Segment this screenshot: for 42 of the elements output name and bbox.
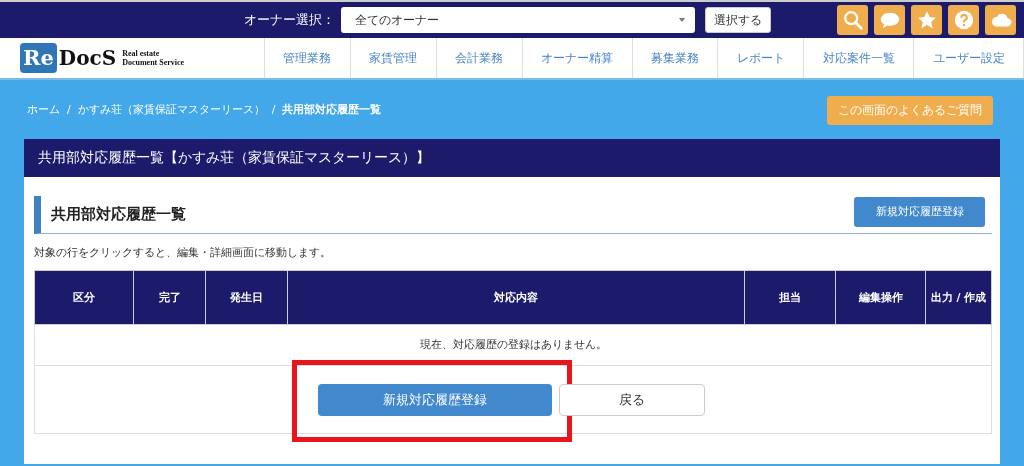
breadcrumb-separator: / (271, 103, 276, 116)
column-header: 完了 (133, 270, 206, 325)
select-button[interactable]: 選択する (705, 7, 771, 33)
column-header: 出力 / 作成 (925, 270, 992, 325)
new-record-button[interactable]: 新規対応履歴登録 (854, 196, 985, 227)
back-button[interactable]: 戻る (559, 383, 705, 416)
owner-label: オーナー選択： (244, 11, 335, 29)
nav-link[interactable]: 対応案件一覧 (804, 38, 915, 78)
search-button[interactable] (837, 5, 868, 35)
column-header: 発生日 (205, 270, 288, 325)
nav-link[interactable]: 会計業務 (436, 38, 523, 78)
column-header: 区分 (34, 270, 134, 325)
owner-select[interactable]: 全てのオーナー (341, 7, 695, 33)
page-location-text: 共用部対応履歴一覧 (282, 102, 382, 117)
section-title: 共用部対応履歴一覧 (51, 205, 186, 224)
nav-link[interactable]: 管理業務 (265, 38, 351, 78)
nav-link[interactable]: レポート (718, 38, 805, 78)
logo-mark: Re (20, 43, 57, 73)
nav-link[interactable]: 家賃管理 (350, 38, 437, 78)
breadcrumb-separator: / (67, 103, 71, 116)
empty-message: 現在、対応履歴の登録はありません。 (34, 324, 992, 366)
nav-link[interactable]: オーナー精算 (522, 38, 633, 78)
search-icon (841, 9, 864, 31)
chat-bubble-button[interactable] (874, 5, 905, 35)
star-button[interactable] (911, 5, 942, 35)
breadcrumb-link[interactable]: ホーム (27, 102, 60, 117)
breadcrumb-link[interactable]: かすみ荘（家賃保証マスターリース） (77, 102, 265, 117)
panel-title: 共用部対応履歴一覧【かすみ荘（家賃保証マスターリース）】 (24, 139, 1000, 177)
column-header: 編集操作 (835, 270, 926, 325)
logo-tagline: Real estate (122, 49, 161, 58)
column-header: 対応内容 (287, 270, 745, 325)
nav-link[interactable]: ユーザー設定 (914, 38, 1024, 78)
cloud-button[interactable] (985, 5, 1016, 35)
logo-name: DocS (58, 46, 117, 70)
register-button[interactable]: 新規対応履歴登録 (318, 383, 552, 416)
column-header: 担当 (744, 270, 836, 325)
help-icon (952, 9, 975, 31)
nav-link[interactable]: 募集業務 (632, 38, 719, 78)
instruction-text: 対象の行をクリックすると、編集・詳細画面に移動します。 (34, 246, 332, 260)
caret-icon (679, 18, 685, 22)
help-button[interactable] (948, 5, 979, 35)
logo-tagline: Document Service (122, 58, 185, 67)
